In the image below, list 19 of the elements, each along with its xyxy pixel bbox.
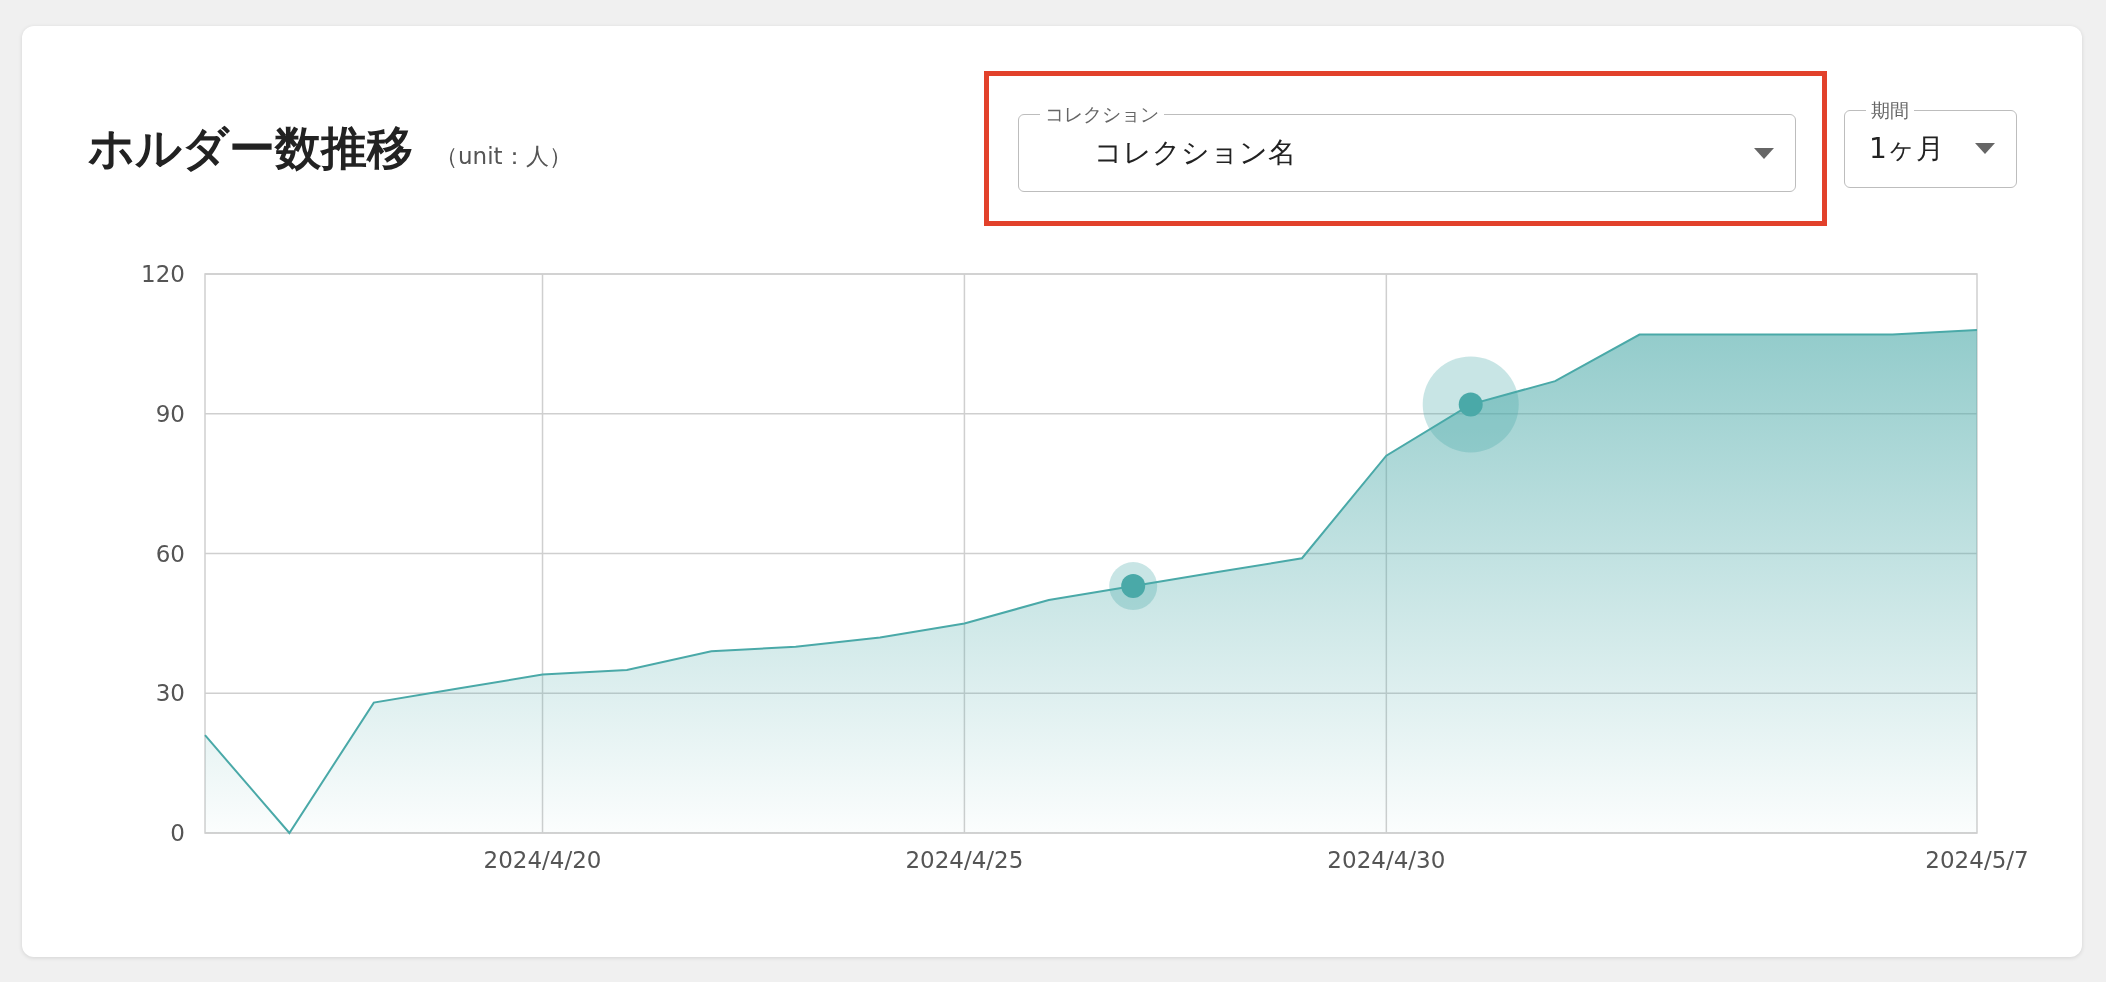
caret-icon	[1754, 147, 1774, 159]
select-field[interactable]: 期間 1ヶ月	[1844, 95, 2017, 188]
select-value: 1ヶ月	[1869, 130, 1945, 167]
axis-label: 2024/4/30	[1327, 847, 1446, 873]
data-point[interactable]	[1109, 562, 1158, 611]
axis-label: 2024/4/25	[905, 847, 1024, 873]
axis-label: 2024/4/20	[483, 847, 602, 873]
axis-label: 30	[155, 680, 185, 707]
select-field[interactable]: コレクション コレクション名	[1018, 100, 1796, 192]
axis-label: 120	[141, 261, 185, 287]
card-title: ホルダー数推移	[88, 119, 413, 177]
axis-label: 2024/5/7	[1925, 847, 2029, 873]
hovered-point[interactable]	[1422, 356, 1519, 453]
axis-label: 60	[155, 540, 185, 567]
caret-icon	[1975, 143, 1995, 154]
axis-label: 0	[170, 820, 185, 846]
select-value: コレクション名	[1094, 135, 1297, 171]
unit-label: （unit：人）	[435, 141, 572, 171]
axis-label: 90	[155, 400, 185, 427]
